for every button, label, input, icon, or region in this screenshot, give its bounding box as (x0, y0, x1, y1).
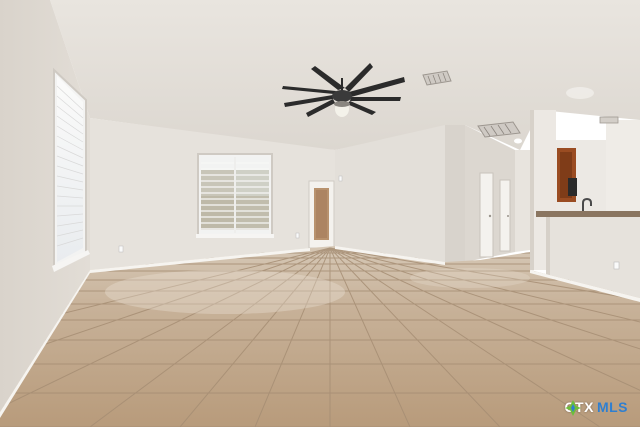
kitchen-counter-top (536, 211, 640, 217)
outlet (613, 261, 620, 270)
room-illustration (0, 0, 640, 427)
back-window (196, 153, 274, 238)
wall-outlet (118, 245, 124, 253)
left-window (52, 67, 90, 272)
fan-blade (350, 97, 401, 101)
mls-watermark: CTX MLS (564, 399, 628, 416)
ceiling-light (514, 138, 522, 144)
wall-outlet (295, 232, 300, 239)
hallway-end (515, 150, 530, 252)
light-switch (338, 175, 343, 182)
watermark-mls: MLS (596, 399, 628, 415)
kitchen-right-wall (606, 120, 640, 212)
room-photo: CTX MLS (0, 0, 640, 427)
exterior-door (308, 180, 335, 249)
mls-logo-icon (565, 400, 582, 416)
column-wall (445, 125, 465, 262)
microwave (568, 178, 577, 196)
